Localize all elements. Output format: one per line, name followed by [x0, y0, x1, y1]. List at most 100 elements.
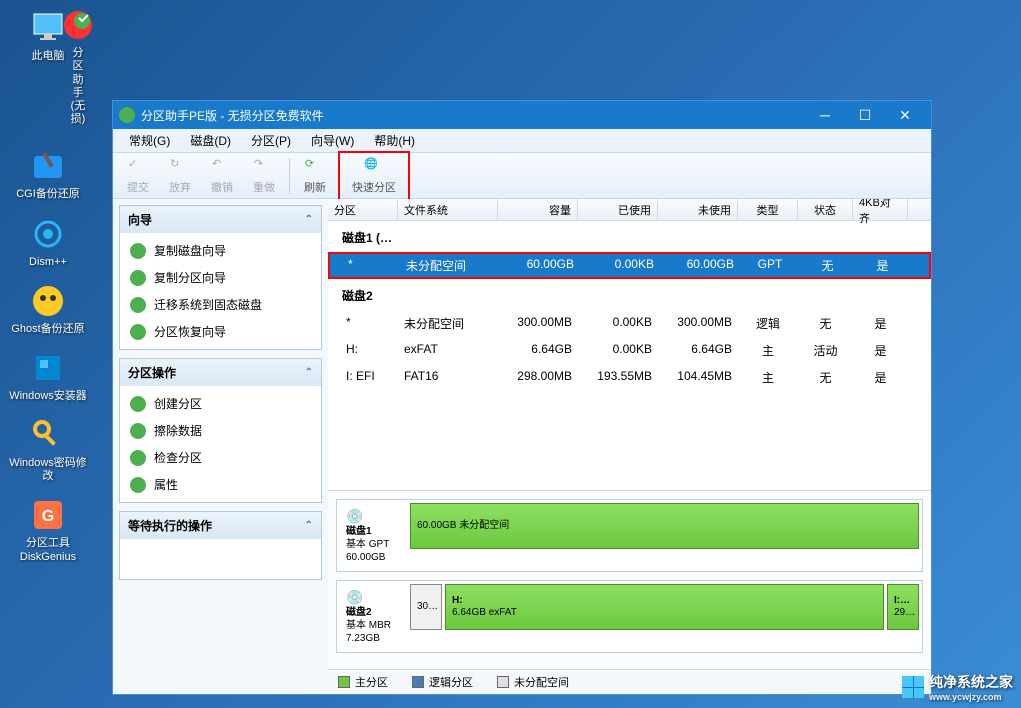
check-icon	[130, 450, 146, 466]
disk-info: 💿 磁盘2 基本 MBR 7.23GB	[340, 584, 410, 649]
wizard-migrate-ssd[interactable]: 迁移系统到固态磁盘	[120, 291, 321, 318]
menu-partition[interactable]: 分区(P)	[241, 129, 301, 152]
table-header: 分区 文件系统 容量 已使用 未使用 类型 状态 4KB对齐	[328, 199, 931, 221]
redo-icon: ↷	[254, 157, 274, 177]
desktop-icon-dism[interactable]: Dism++	[8, 214, 88, 269]
ops-panel: 分区操作⌃ 创建分区 擦除数据 检查分区 属性	[119, 358, 322, 503]
legend: 主分区 逻辑分区 未分配空间	[328, 669, 931, 694]
hammer-icon	[28, 146, 68, 186]
desktop-icon-diskgenius[interactable]: G 分区工具DiskGenius	[8, 495, 88, 563]
ops-properties[interactable]: 属性	[120, 471, 321, 498]
disk1-label[interactable]: 磁盘1 (…	[328, 221, 931, 252]
desktop-icon-winpass[interactable]: Windows密码修改	[8, 415, 88, 483]
disk-icon	[130, 243, 146, 259]
minimize-button[interactable]: ─	[805, 102, 845, 128]
disk-icon: 💿	[346, 588, 404, 606]
ssd-icon	[130, 297, 146, 313]
partition-icon	[58, 5, 98, 45]
table-row[interactable]: H: exFAT 6.64GB 0.00KB 6.64GB 主 活动 是	[328, 337, 931, 364]
maximize-button[interactable]: ☐	[845, 102, 885, 128]
legend-logical: 逻辑分区	[412, 674, 473, 690]
desktop-icons: 此电脑 分区助手(无损) CGI备份还原 Dism++ Ghost备份还原 Wi…	[8, 8, 88, 576]
th-4k[interactable]: 4KB对齐	[853, 199, 908, 220]
diskgenius-icon: G	[28, 495, 68, 535]
app-window: 分区助手PE版 - 无损分区免费软件 ─ ☐ ✕ 常规(G) 磁盘(D) 分区(…	[112, 100, 932, 695]
globe-icon: 🌐	[364, 157, 384, 177]
window-title: 分区助手PE版 - 无损分区免费软件	[141, 107, 805, 124]
menu-general[interactable]: 常规(G)	[119, 129, 180, 152]
disk-segment[interactable]: H:6.64GB exFAT	[445, 584, 884, 630]
desktop-icon-cgi[interactable]: CGI备份还原	[8, 146, 88, 201]
ops-wipe[interactable]: 擦除数据	[120, 417, 321, 444]
sidebar: 向导⌃ 复制磁盘向导 复制分区向导 迁移系统到固态磁盘 分区恢复向导 分区操作⌃…	[113, 199, 328, 694]
disk-segment[interactable]: 30…	[410, 584, 442, 630]
props-icon	[130, 477, 146, 493]
discard-button[interactable]: ↻放弃	[159, 155, 201, 197]
menu-wizard[interactable]: 向导(W)	[301, 129, 364, 152]
svg-text:G: G	[42, 508, 54, 525]
installer-icon	[28, 348, 68, 388]
check-icon: ✓	[128, 157, 148, 177]
wizard-panel: 向导⌃ 复制磁盘向导 复制分区向导 迁移系统到固态磁盘 分区恢复向导	[119, 205, 322, 350]
disk-info: 💿 磁盘1 基本 GPT 60.00GB	[340, 503, 410, 568]
ops-create[interactable]: 创建分区	[120, 390, 321, 417]
partition-icon	[130, 270, 146, 286]
wizard-copy-disk[interactable]: 复制磁盘向导	[120, 237, 321, 264]
menu-disk[interactable]: 磁盘(D)	[180, 129, 241, 152]
quick-partition-button[interactable]: 🌐快速分区	[342, 155, 406, 197]
pending-panel: 等待执行的操作⌃	[119, 511, 322, 580]
menu-help[interactable]: 帮助(H)	[364, 129, 425, 152]
swatch-icon	[497, 676, 509, 688]
swatch-icon	[412, 676, 424, 688]
wizard-header[interactable]: 向导⌃	[120, 206, 321, 233]
titlebar: 分区助手PE版 - 无损分区免费软件 ─ ☐ ✕	[113, 101, 931, 129]
redo-button[interactable]: ↷重做	[243, 155, 285, 197]
watermark: 纯净系统之家 www.ycwjzy.com	[902, 672, 1013, 702]
ops-header[interactable]: 分区操作⌃	[120, 359, 321, 386]
disk-list: 磁盘1 (… * 未分配空间 60.00GB 0.00KB 60.00GB GP…	[328, 221, 931, 490]
refresh-button[interactable]: ⟳刷新	[294, 155, 336, 197]
th-filesystem[interactable]: 文件系统	[398, 199, 498, 220]
desktop-icon-partassist[interactable]: 分区助手(无损)	[68, 5, 88, 126]
highlight-box: 🌐快速分区	[338, 151, 410, 201]
disk1-visual[interactable]: 💿 磁盘1 基本 GPT 60.00GB 60.00GB 未分配空间	[336, 499, 923, 572]
pending-header[interactable]: 等待执行的操作⌃	[120, 512, 321, 539]
commit-button[interactable]: ✓提交	[117, 155, 159, 197]
app-icon	[119, 107, 135, 123]
disk2-visual[interactable]: 💿 磁盘2 基本 MBR 7.23GB 30… H:6.64GB exFAT I…	[336, 580, 923, 653]
chevron-icon: ⌃	[305, 367, 313, 378]
wizard-recovery[interactable]: 分区恢复向导	[120, 318, 321, 345]
menubar: 常规(G) 磁盘(D) 分区(P) 向导(W) 帮助(H)	[113, 129, 931, 153]
create-icon	[130, 396, 146, 412]
key-icon	[28, 415, 68, 455]
gear-icon	[28, 214, 68, 254]
ops-check[interactable]: 检查分区	[120, 444, 321, 471]
separator	[289, 158, 290, 194]
desktop-icon-wininstall[interactable]: Windows安装器	[8, 348, 88, 403]
close-button[interactable]: ✕	[885, 102, 925, 128]
ghost-icon	[28, 281, 68, 321]
undo-icon: ↶	[212, 157, 232, 177]
swatch-icon	[338, 676, 350, 688]
main-panel: 分区 文件系统 容量 已使用 未使用 类型 状态 4KB对齐 磁盘1 (… * …	[328, 199, 931, 694]
disk-segment[interactable]: 60.00GB 未分配空间	[410, 503, 919, 549]
table-row[interactable]: * 未分配空间 300.00MB 0.00KB 300.00MB 逻辑 无 是	[328, 310, 931, 337]
table-row[interactable]: * 未分配空间 60.00GB 0.00KB 60.00GB GPT 无 是	[328, 252, 931, 279]
wizard-copy-partition[interactable]: 复制分区向导	[120, 264, 321, 291]
th-free[interactable]: 未使用	[658, 199, 738, 220]
table-row[interactable]: I: EFI FAT16 298.00MB 193.55MB 104.45MB …	[328, 364, 931, 391]
disk-segment[interactable]: I:…29…	[887, 584, 919, 630]
recovery-icon	[130, 324, 146, 340]
chevron-icon: ⌃	[305, 214, 313, 225]
toolbar: ✓提交 ↻放弃 ↶撤销 ↷重做 ⟳刷新 🌐快速分区	[113, 153, 931, 199]
th-type[interactable]: 类型	[738, 199, 798, 220]
th-partition[interactable]: 分区	[328, 199, 398, 220]
th-used[interactable]: 已使用	[578, 199, 658, 220]
disk2-label[interactable]: 磁盘2	[328, 279, 931, 310]
content-area: 向导⌃ 复制磁盘向导 复制分区向导 迁移系统到固态磁盘 分区恢复向导 分区操作⌃…	[113, 199, 931, 694]
desktop-icon-ghost[interactable]: Ghost备份还原	[8, 281, 88, 336]
undo-button[interactable]: ↶撤销	[201, 155, 243, 197]
disk-icon: 💿	[346, 507, 404, 525]
th-status[interactable]: 状态	[798, 199, 853, 220]
th-capacity[interactable]: 容量	[498, 199, 578, 220]
